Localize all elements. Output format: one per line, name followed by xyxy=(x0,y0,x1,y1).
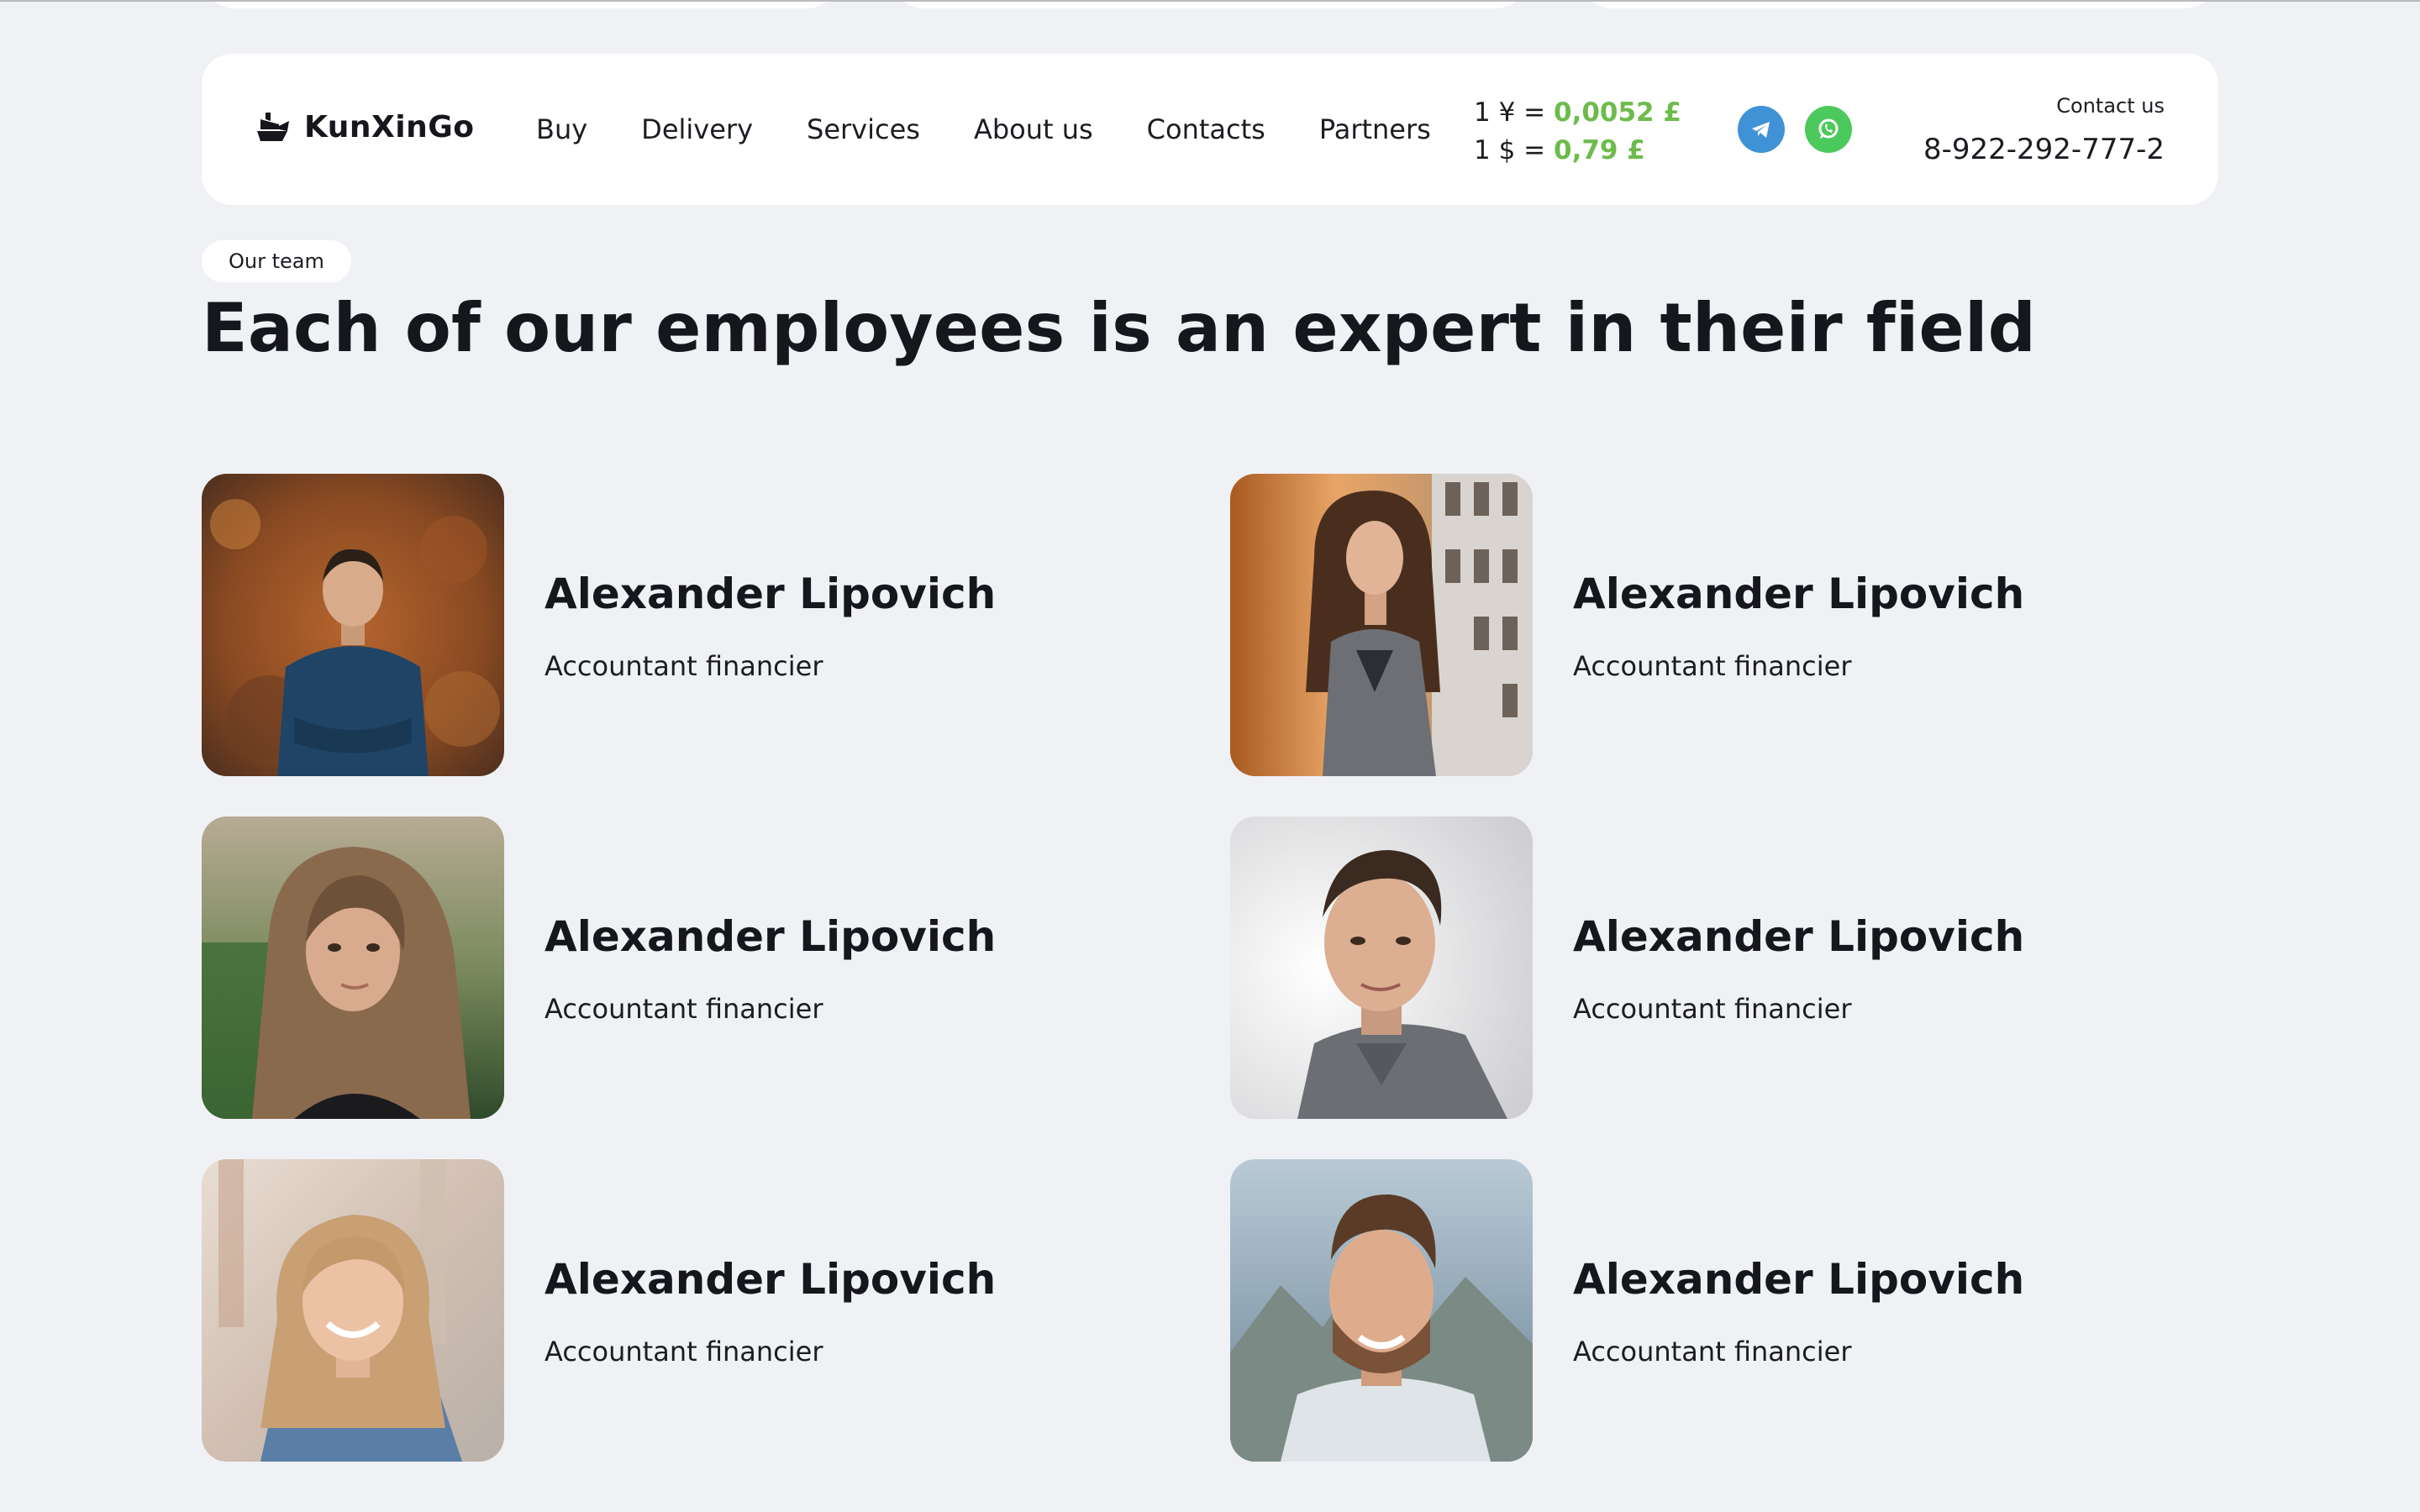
team-member-name: Alexander Lipovich xyxy=(1573,912,2025,961)
team-member-photo xyxy=(1230,1159,1533,1462)
nav-item-about-us[interactable]: About us xyxy=(974,113,1093,145)
team-member-name: Alexander Lipovich xyxy=(544,912,997,961)
team-member-role: Accountant financier xyxy=(544,1336,823,1368)
rate-dollar-prefix: 1 $ = xyxy=(1474,135,1546,165)
telegram-button[interactable] xyxy=(1738,106,1785,153)
main-nav: Buy Delivery Services About us Contacts … xyxy=(536,54,1431,205)
team-member-role: Accountant financier xyxy=(1573,650,1852,682)
section-badge: Our team xyxy=(202,240,351,282)
exchange-rates: 1 ¥ = 0,0052 £ 1 $ = 0,79 £ xyxy=(1474,94,1681,170)
team-member-card: Alexander Lipovich Accountant financier xyxy=(202,816,1126,1119)
nav-item-services[interactable]: Services xyxy=(807,113,920,145)
rate-dollar-value: 0,79 £ xyxy=(1554,135,1645,165)
whatsapp-icon xyxy=(1818,118,1839,139)
contact-label: Contact us xyxy=(2056,94,2165,118)
team-member-photo xyxy=(1230,474,1533,776)
team-member-role: Accountant financier xyxy=(1573,993,1852,1025)
team-member-name: Alexander Lipovich xyxy=(1573,1255,2025,1304)
rate-yuan-value: 0,0052 £ xyxy=(1554,97,1681,128)
section-title: Each of our employees is an expert in th… xyxy=(202,289,2037,367)
team-member-card: Alexander Lipovich Accountant financier xyxy=(1230,474,2154,776)
divider xyxy=(0,0,2420,2)
rate-yuan-prefix: 1 ¥ = xyxy=(1474,97,1546,128)
logo-text: KunXinGo xyxy=(304,109,475,144)
team-member-photo xyxy=(1230,816,1533,1119)
site-header: KunXinGo Buy Delivery Services About us … xyxy=(202,54,2218,205)
nav-item-buy[interactable]: Buy xyxy=(536,113,587,145)
nav-item-delivery[interactable]: Delivery xyxy=(641,113,753,145)
team-member-card: Alexander Lipovich Accountant financier xyxy=(1230,1159,2154,1462)
team-member-role: Accountant financier xyxy=(544,650,823,682)
team-member-name: Alexander Lipovich xyxy=(544,570,997,618)
whatsapp-button[interactable] xyxy=(1805,106,1852,153)
team-member-role: Accountant financier xyxy=(544,993,823,1025)
team-member-photo xyxy=(202,1159,504,1462)
contact-phone-link[interactable]: 8-922-292-777-2 xyxy=(1923,133,2165,166)
telegram-icon xyxy=(1752,122,1770,138)
nav-item-partners[interactable]: Partners xyxy=(1319,113,1431,145)
team-member-card: Alexander Lipovich Accountant financier xyxy=(202,1159,1126,1462)
nav-item-contacts[interactable]: Contacts xyxy=(1147,113,1265,145)
previous-section-cards xyxy=(0,0,2420,10)
team-member-role: Accountant financier xyxy=(1573,1336,1852,1368)
rate-dollar: 1 $ = 0,79 £ xyxy=(1474,132,1681,170)
team-member-name: Alexander Lipovich xyxy=(544,1255,997,1304)
team-member-card: Alexander Lipovich Accountant financier xyxy=(1230,816,2154,1119)
ship-logo-icon xyxy=(257,113,289,141)
rate-yuan: 1 ¥ = 0,0052 £ xyxy=(1474,94,1681,132)
team-member-name: Alexander Lipovich xyxy=(1573,570,2025,618)
team-member-photo xyxy=(202,474,504,776)
logo[interactable]: KunXinGo xyxy=(254,109,475,144)
team-member-card: Alexander Lipovich Accountant financier xyxy=(202,474,1126,776)
team-member-photo xyxy=(202,816,504,1119)
